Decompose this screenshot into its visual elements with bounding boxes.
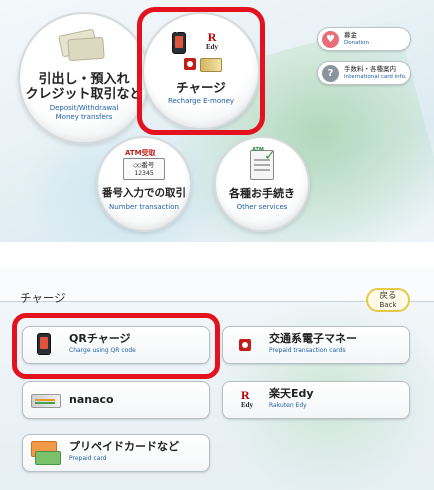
withdraw-deposit-button[interactable]: 引出し・預入れ クレジット取引など Deposit/Withdrawal Mon… bbox=[18, 12, 150, 144]
prepaid-card-icon bbox=[31, 439, 61, 467]
nanaco-card-icon bbox=[31, 386, 61, 414]
number-en-label: Number transaction bbox=[109, 203, 179, 211]
donation-button[interactable]: ♥ 募金 Donation bbox=[317, 27, 411, 51]
fee-info-button[interactable]: ? 手数料・各種案内 International card info. bbox=[317, 61, 411, 85]
donation-en-label: Donation bbox=[344, 40, 369, 46]
withdraw-label: 引出し・預入れ クレジット取引など bbox=[25, 72, 143, 102]
fee-info-en-label: International card info. bbox=[344, 74, 407, 80]
prepaid-en-label: Prepaid card bbox=[69, 455, 107, 462]
back-label: 戻る bbox=[379, 291, 397, 301]
transit-en-label: Prepaid transaction cards bbox=[269, 347, 346, 354]
atm-receipt-icon: ATM受取 ○○番号 12345 bbox=[121, 148, 167, 182]
transit-label: 交通系電子マネー bbox=[269, 332, 357, 345]
transit-emoney-button[interactable]: 交通系電子マネー Prepaid transaction cards bbox=[222, 326, 410, 364]
number-label: 番号入力での取引 bbox=[102, 187, 186, 199]
screen-divider bbox=[0, 242, 434, 268]
qr-highlight-box bbox=[12, 313, 220, 379]
back-button[interactable]: 戻る Back bbox=[366, 288, 410, 312]
back-en-label: Back bbox=[379, 301, 397, 309]
other-en-label: Other services bbox=[236, 203, 288, 211]
page-title: チャージ bbox=[20, 291, 66, 305]
ic-card-icon bbox=[231, 331, 261, 359]
main-menu-screen: 引出し・預入れ クレジット取引など Deposit/Withdrawal Mon… bbox=[0, 0, 434, 242]
question-icon: ? bbox=[322, 64, 339, 82]
rakuten-edy-button[interactable]: R Edy 楽天Edy Rakuten Edy bbox=[222, 381, 410, 419]
heart-icon: ♥ bbox=[322, 30, 339, 48]
other-label: 各種お手続き bbox=[229, 187, 295, 200]
edy-en-label: Rakuten Edy bbox=[269, 402, 307, 409]
prepaid-card-button[interactable]: プリペイドカードなど Prepaid card bbox=[22, 434, 210, 472]
number-transaction-button[interactable]: ATM受取 ○○番号 12345 番号入力での取引 Number transact… bbox=[96, 136, 192, 232]
prepaid-label: プリペイドカードなど bbox=[69, 440, 179, 453]
edy-label: 楽天Edy bbox=[269, 387, 314, 400]
fee-info-label: 手数料・各種案内 bbox=[344, 65, 396, 73]
withdraw-en-label-1: Deposit/Withdrawal bbox=[49, 104, 119, 112]
charge-screen: チャージ 戻る Back QRチャージ Charge using QR code… bbox=[0, 268, 434, 490]
clipboard-check-icon: ATM ✓ bbox=[242, 147, 282, 182]
money-icon bbox=[58, 28, 108, 64]
nanaco-button[interactable]: nanaco bbox=[22, 381, 210, 419]
nanaco-label: nanaco bbox=[69, 393, 114, 406]
withdraw-en-label-2: Money transfers bbox=[55, 113, 113, 121]
donation-label: 募金 bbox=[344, 31, 357, 39]
charge-highlight-box bbox=[137, 7, 265, 135]
edy-logo-icon: R Edy bbox=[241, 388, 254, 409]
other-services-button[interactable]: ATM ✓ 各種お手続き Other services bbox=[214, 136, 310, 232]
